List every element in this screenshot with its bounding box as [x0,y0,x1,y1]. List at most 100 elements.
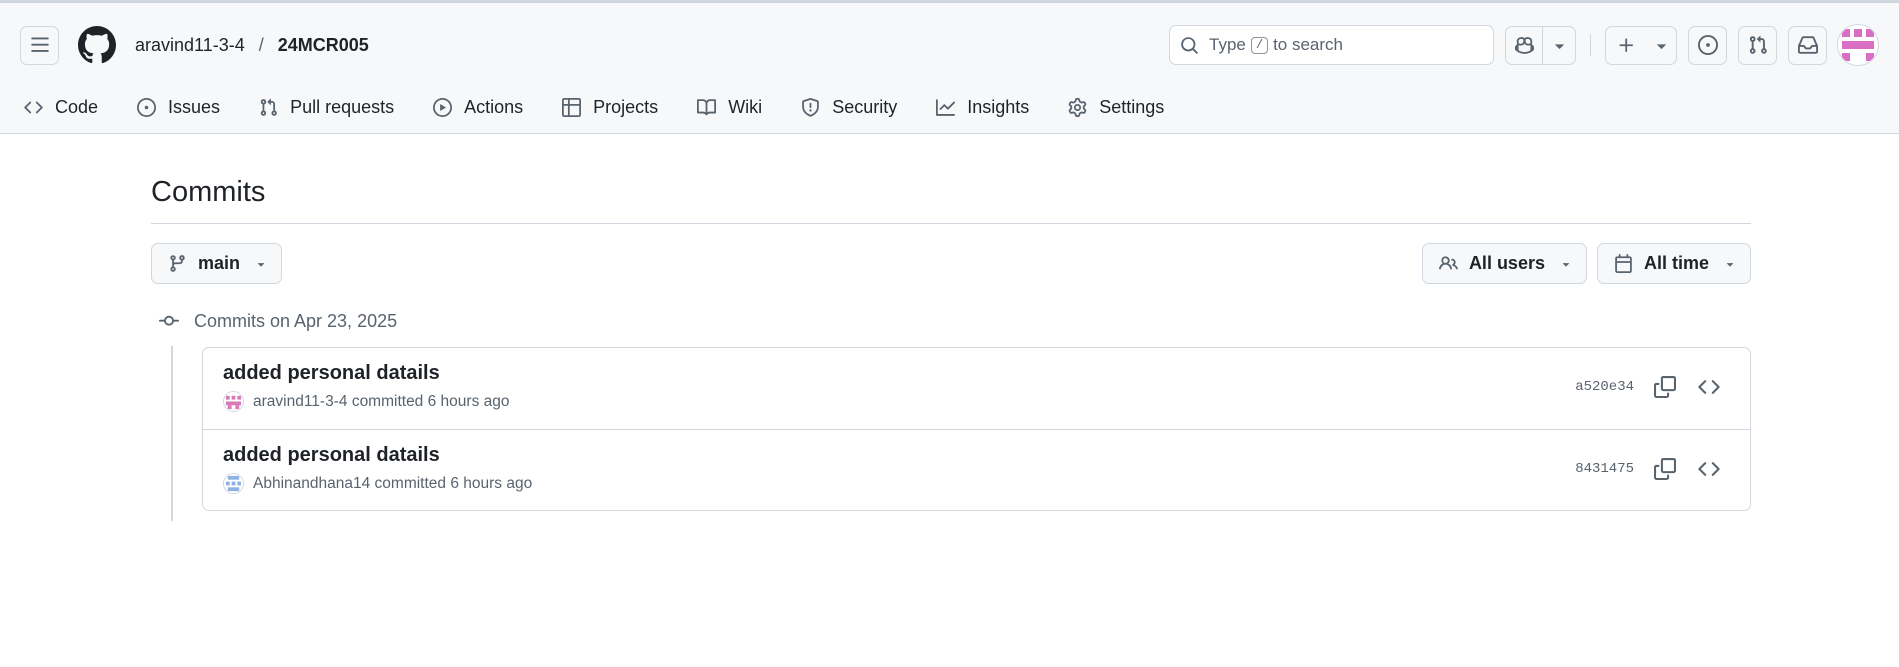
triangle-down-icon [1562,262,1570,267]
play-icon [433,97,453,117]
pull-request-icon [260,98,277,116]
repo-nav: Code Issues Pull requests Actions Projec… [20,89,1199,125]
repo-link[interactable]: 24MCR005 [278,35,369,56]
commit-meta: Abhinandhana14 committed 6 hours ago [223,473,1750,494]
tab-projects[interactable]: Projects [558,97,662,118]
calendar-icon [1615,254,1632,273]
commit-actions: a520e34 [1575,374,1722,400]
code-icon [1698,462,1720,476]
users-filter[interactable]: All users [1421,243,1587,284]
commit-sha-link[interactable]: 8431475 [1575,461,1634,477]
commit-message-link[interactable]: added personal datails [223,362,1750,385]
tab-label: Pull requests [290,96,395,117]
users-filter-label: All users [1468,253,1545,273]
issue-icon [137,97,157,117]
search-prefix: Type [1209,35,1246,54]
inbox-button[interactable] [1788,25,1827,65]
commit-row: added personal datails aravind11-3-4 com… [203,348,1750,429]
owner-link[interactable]: aravind11-3-4 [135,35,245,56]
search-icon [1181,36,1198,54]
copy-sha-button[interactable] [1652,374,1678,400]
tab-pull-requests[interactable]: Pull requests [255,97,398,118]
shield-icon [802,97,819,117]
copilot-button[interactable] [1505,25,1576,65]
menu-button[interactable] [20,25,59,65]
table-icon [562,97,582,117]
tab-security[interactable]: Security [797,97,901,118]
search-input[interactable]: Type / to search [1169,25,1494,65]
search-suffix: to search [1273,35,1343,54]
browse-repo-at-commit-button[interactable] [1696,456,1722,482]
commit-group-date: Commits on Apr 23, 2025 [194,310,398,331]
identicon-avatar-icon [1838,25,1878,65]
create-new-main[interactable] [1606,27,1646,64]
header-divider [1590,34,1591,56]
commit-row: added personal datails Abhinandhana14 co… [203,429,1750,510]
identicon-avatar-icon [224,392,243,411]
search-shortcut-key: / [1250,36,1269,54]
tab-actions[interactable]: Actions [429,97,527,118]
commit-action-text: committed [351,392,424,410]
tab-wiki[interactable]: Wiki [693,97,766,118]
branch-selector[interactable]: main [151,243,283,284]
hamburger-icon [30,37,49,52]
copy-icon [1654,458,1676,480]
pull-requests-shortcut-button[interactable] [1738,25,1777,65]
tab-settings[interactable]: Settings [1064,97,1168,118]
issues-shortcut-button[interactable] [1688,25,1727,65]
tab-label: Insights [967,96,1030,117]
browse-repo-at-commit-button[interactable] [1696,374,1722,400]
commit-action-text: committed [374,474,447,492]
create-new-button[interactable] [1605,25,1677,65]
tab-label: Code [55,96,99,117]
commits-timeline: Commits on Apr 23, 2025 added personal d… [151,306,1751,521]
breadcrumb-separator: / [258,34,264,55]
author-avatar[interactable] [223,391,244,412]
plus-icon [1618,37,1633,52]
commit-actions: 8431475 [1575,456,1722,482]
author-link[interactable]: aravind11-3-4 [253,393,348,411]
code-icon [24,101,43,113]
commit-group-header: Commits on Apr 23, 2025 [151,306,1751,336]
inbox-icon [1797,36,1818,54]
issue-icon [1697,35,1718,55]
author-link[interactable]: Abhinandhana14 [253,475,370,493]
app-header: aravind11-3-4 / 24MCR005 Type / to searc… [0,3,1899,134]
tab-issues[interactable]: Issues [133,97,224,118]
commit-meta: aravind11-3-4 committed 6 hours ago [223,391,1750,412]
tab-insights[interactable]: Insights [932,97,1033,118]
code-icon [1698,380,1720,394]
copilot-main[interactable] [1506,26,1543,64]
triangle-down-icon [1554,43,1564,49]
branch-label: main [198,253,241,273]
copy-sha-button[interactable] [1652,456,1678,482]
filter-bar: main All users All time [151,243,1751,284]
commit-time: 6 hours ago [427,392,510,410]
tab-label: Wiki [728,96,763,117]
gear-icon [1068,97,1087,117]
user-avatar[interactable] [1837,24,1879,66]
triangle-down-icon [257,262,265,267]
tab-label: Settings [1099,96,1165,117]
triangle-down-icon [1726,262,1734,267]
commit-list: added personal datails aravind11-3-4 com… [202,347,1751,511]
triangle-down-icon [1656,43,1666,49]
time-filter[interactable]: All time [1596,243,1751,284]
copilot-dropdown[interactable] [1543,27,1575,64]
copilot-icon [1514,36,1534,54]
commit-sha-link[interactable]: a520e34 [1575,379,1634,395]
tab-label: Security [832,96,898,117]
graph-icon [936,98,956,116]
time-filter-label: All time [1643,253,1709,273]
commit-time: 6 hours ago [450,474,533,492]
breadcrumb: aravind11-3-4 / 24MCR005 [135,35,369,56]
tab-label: Actions [464,96,524,117]
commit-message-link[interactable]: added personal datails [223,444,1750,467]
github-logo-icon[interactable] [78,26,116,64]
page-title: Commits [151,176,1751,224]
tab-code[interactable]: Code [20,97,102,118]
copy-icon [1654,376,1676,398]
author-avatar[interactable] [223,473,244,494]
create-new-dropdown[interactable] [1646,27,1676,64]
git-commit-icon [159,315,179,326]
